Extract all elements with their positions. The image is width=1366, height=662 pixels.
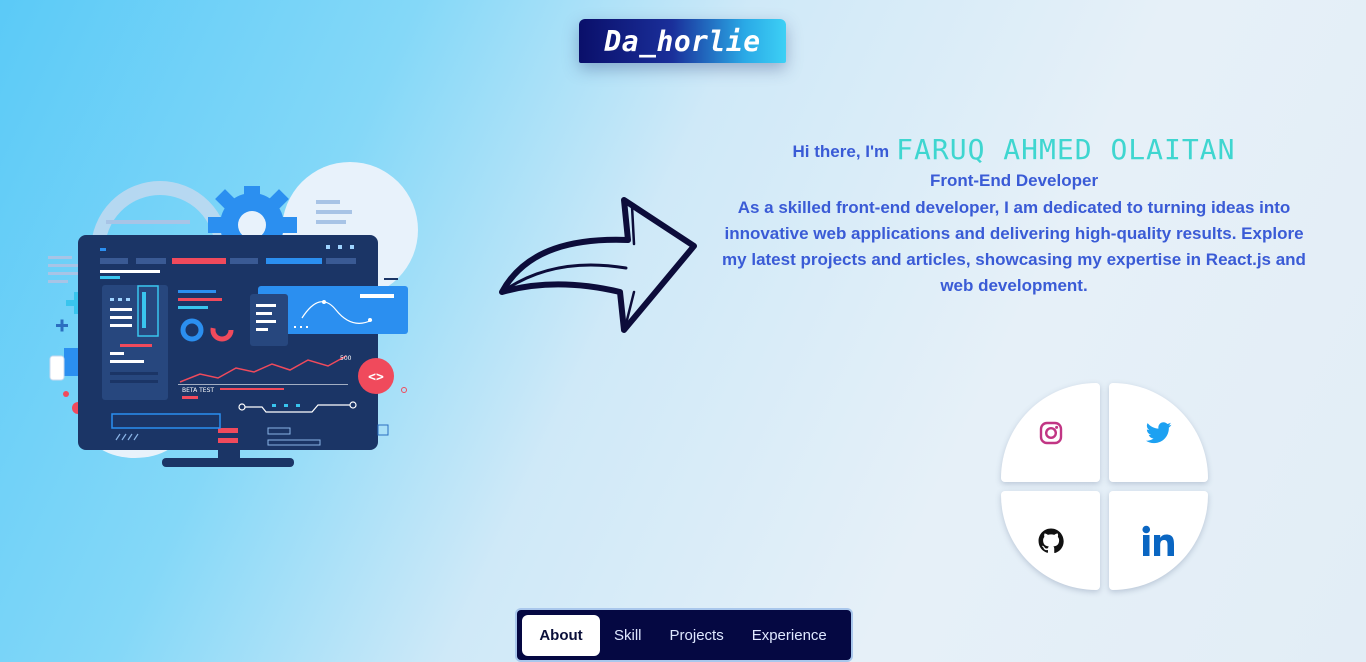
social-links xyxy=(1001,383,1208,590)
page: Da_horlie 500 BETA TEST <> Hi there, I'm… xyxy=(0,0,1366,662)
twitter-icon xyxy=(1145,421,1171,443)
twitter-link[interactable] xyxy=(1109,383,1208,482)
greeting-line: Hi there, I'm FARUQ AHMED OLAITAN xyxy=(712,132,1316,166)
intro-section: Hi there, I'm FARUQ AHMED OLAITAN Front-… xyxy=(712,132,1316,299)
monitor-stand xyxy=(162,458,294,467)
nav-skill[interactable]: Skill xyxy=(600,615,656,656)
owner-name: FARUQ AHMED OLAITAN xyxy=(896,133,1236,166)
logo-text: Da_horlie xyxy=(604,24,761,58)
linkedin-icon xyxy=(1141,525,1174,556)
linkedin-link[interactable] xyxy=(1109,491,1208,590)
github-link[interactable] xyxy=(1001,491,1100,590)
greeting-text: Hi there, I'm xyxy=(792,142,890,161)
instagram-link[interactable] xyxy=(1001,383,1100,482)
nav-experience[interactable]: Experience xyxy=(738,615,841,656)
github-icon xyxy=(1038,528,1064,553)
logo[interactable]: Da_horlie xyxy=(579,19,786,63)
beta-label: BETA TEST xyxy=(182,387,214,394)
instagram-icon xyxy=(1039,421,1062,444)
chart-value-label: 500 xyxy=(340,355,352,362)
code-badge-text: <> xyxy=(368,370,384,385)
dashboard-illustration: 500 BETA TEST <> xyxy=(48,162,418,467)
bio-paragraph: As a skilled front-end developer, I am d… xyxy=(722,198,1306,295)
bottom-nav: About Skill Projects Experience xyxy=(517,610,851,660)
nav-projects[interactable]: Projects xyxy=(656,615,738,656)
arrow-icon xyxy=(499,197,697,333)
nav-about[interactable]: About xyxy=(522,614,600,656)
job-title: Front-End Developer xyxy=(929,171,1099,190)
